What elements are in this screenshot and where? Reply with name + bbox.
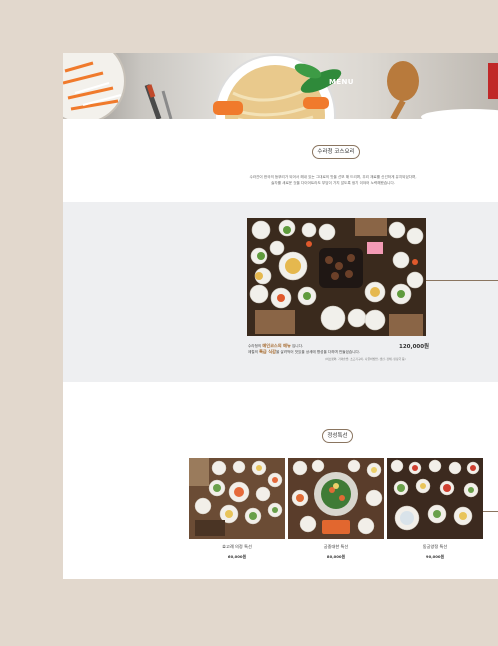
set-menu-connector-line <box>483 511 498 512</box>
set-menu-card[interactable]: 효고례 의정 특선 60,000원 <box>189 458 285 560</box>
set-menu-price: 90,000원 <box>425 554 445 559</box>
course-intro: 수라관이 한국의 등뿌리가 되어서 해내 있는 그대로의 맛을 선보 해 드리며… <box>208 174 458 186</box>
set-menu-price: 80,000원 <box>326 554 346 559</box>
main-course-price: 120,000원 <box>399 344 430 350</box>
set-menu-table-illustration <box>288 458 384 539</box>
set-menu-table-illustration <box>189 458 285 539</box>
set-menu-card[interactable]: 동궁양정 특선 90,000원 <box>387 458 483 560</box>
set-menu-price: 60,000원 <box>227 554 247 559</box>
set-menu-table-illustration <box>387 458 483 539</box>
course-badge: 수라청 코스요리 <box>312 145 360 159</box>
main-course-connector-line <box>426 280 498 281</box>
set-menu-photo <box>189 458 285 539</box>
desc-prefix: 수라청의 <box>248 344 263 348</box>
set-menu-card[interactable]: 궁중대한 특선 80,000원 <box>288 458 384 560</box>
main-course-photo <box>247 218 426 336</box>
hero-banner: MENU <box>63 53 498 119</box>
set-menu-photo <box>288 458 384 539</box>
main-course-table-illustration <box>247 218 426 336</box>
desc-highlight: 메인코스의 메뉴 <box>262 343 291 348</box>
set-menu-badge: 정성특선 <box>322 429 353 443</box>
hero-title: MENU <box>329 78 354 86</box>
set-menu-photo <box>387 458 483 539</box>
menu-page: MENU 수라청 코스요리 수라관이 한국의 등뿌리가 되어서 해내 있는 그대… <box>63 53 498 579</box>
main-course-note: (허브랫와, 가마솥밥, 소고기구이, 나물비빔밥, 생선, 잡채, 된장국 등… <box>325 357 406 361</box>
desc-highlight: 특급 식감 <box>259 349 276 354</box>
desc-suffix: 입니다. <box>290 344 304 348</box>
desc-prefix: 제철의 <box>248 350 260 354</box>
set-menu-title: 궁중대한 특선 <box>323 544 349 549</box>
hero-food-illustration <box>63 53 498 119</box>
set-menu-title: 효고례 의정 특선 <box>222 544 252 549</box>
set-menu-title: 동궁양정 특선 <box>422 544 448 549</box>
course-intro-line: 술자를 새로운 것을 다이어트라도 부담이 가지 않도록 생기 이야어 노력해왔… <box>271 181 395 185</box>
desc-suffix: 을 살려먹어 맛있을 상세에 향성을 다하며 만들었습니다. <box>275 350 360 354</box>
